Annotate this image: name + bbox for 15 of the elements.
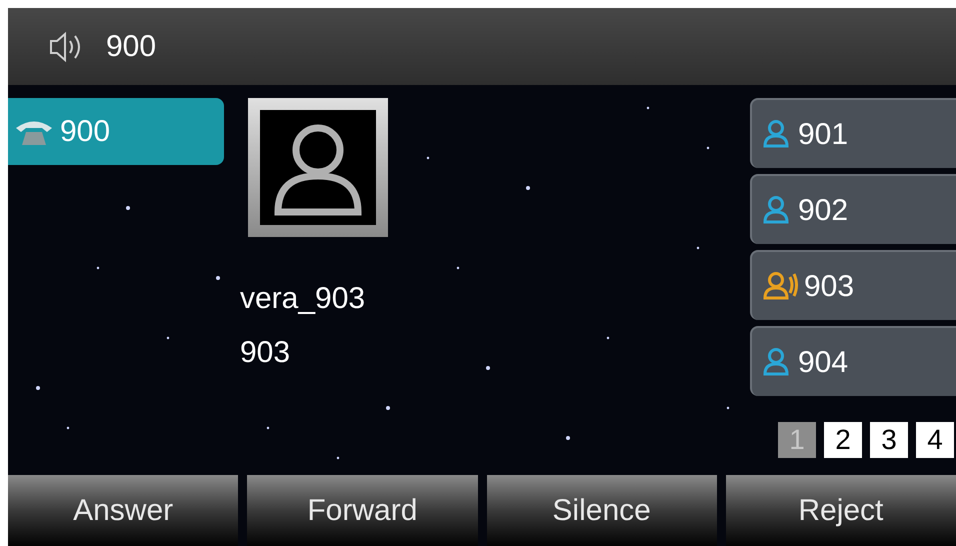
softkey-button[interactable]: Forward	[247, 475, 478, 546]
caller-number: 903	[240, 335, 292, 371]
contact-key[interactable]: 902	[750, 174, 956, 244]
ringing-contact-icon	[762, 271, 798, 301]
account-number: 900	[106, 29, 156, 65]
page-indicator[interactable]: 2	[824, 422, 862, 458]
caller-name: vera_903	[240, 281, 366, 317]
contact-key[interactable]: 901	[750, 98, 956, 168]
contact-key[interactable]: 904	[750, 326, 956, 396]
softkey-button[interactable]: Reject	[726, 475, 956, 546]
softkey-button[interactable]: Answer	[8, 475, 238, 546]
contact-key[interactable]: 903	[750, 250, 956, 320]
page-indicator[interactable]: 3	[870, 422, 908, 458]
page-indicator[interactable]: 4	[916, 422, 954, 458]
softkey-button[interactable]: Silence	[486, 475, 717, 546]
